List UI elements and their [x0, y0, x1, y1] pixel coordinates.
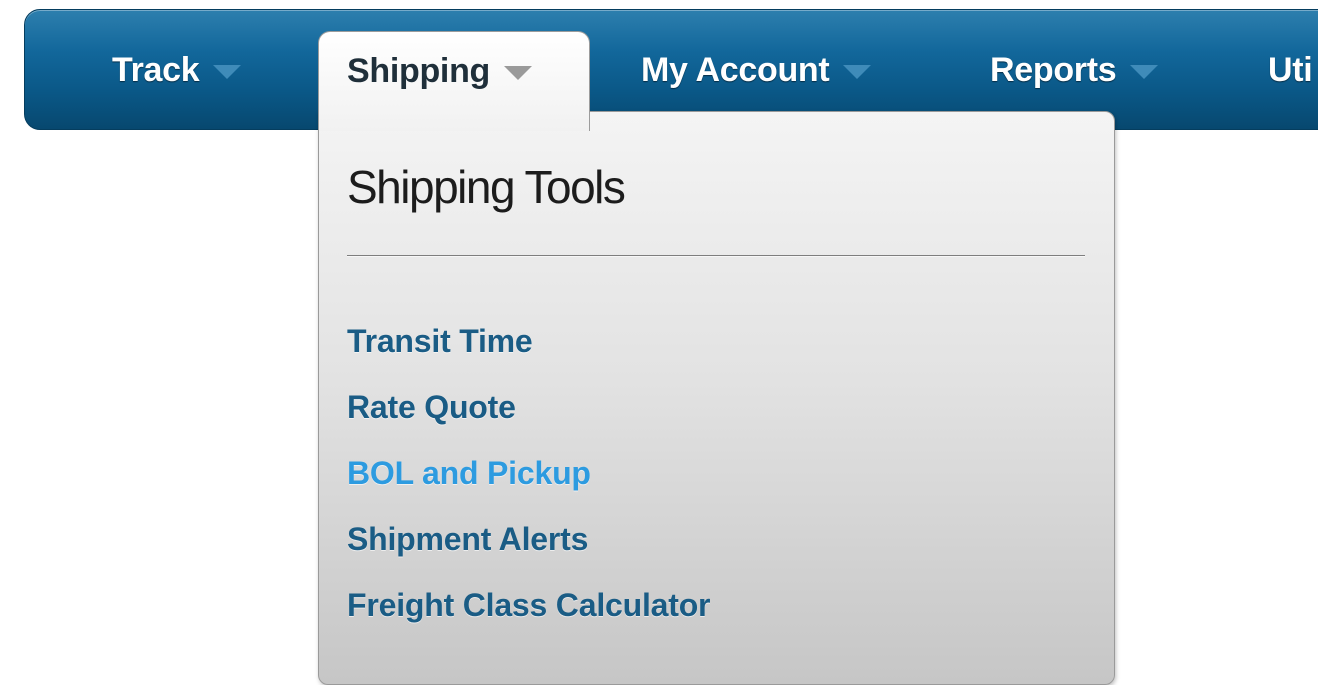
nav-item-utilities[interactable]: Uti [1268, 9, 1313, 130]
dropdown-title: Shipping Tools [347, 161, 626, 213]
chevron-down-icon [504, 66, 533, 80]
nav-item-my-account-label: My Account [641, 51, 830, 89]
list-item: Rate Quote [347, 374, 710, 440]
list-item: Transit Time [347, 308, 710, 374]
nav-item-track-label: Track [112, 51, 200, 89]
menu-link-rate-quote[interactable]: Rate Quote [347, 374, 710, 440]
menu-link-freight-class-calculator[interactable]: Freight Class Calculator [347, 572, 710, 638]
nav-item-utilities-label: Uti [1268, 51, 1313, 89]
shipping-dropdown-menu: Shipping Tools Transit Time Rate Quote B… [318, 111, 1115, 685]
menu-link-shipment-alerts[interactable]: Shipment Alerts [347, 506, 710, 572]
nav-item-track[interactable]: Track [112, 9, 242, 130]
divider [347, 255, 1085, 257]
nav-item-shipping-label: Shipping [347, 52, 491, 90]
menu-link-transit-time[interactable]: Transit Time [347, 308, 710, 374]
list-item: Freight Class Calculator [347, 572, 710, 638]
dropdown-link-list: Transit Time Rate Quote BOL and Pickup S… [347, 308, 710, 638]
chevron-down-icon [1130, 65, 1159, 79]
list-item: BOL and Pickup [347, 440, 710, 506]
chevron-down-icon [213, 65, 242, 79]
chevron-down-icon [843, 65, 872, 79]
list-item: Shipment Alerts [347, 506, 710, 572]
nav-item-shipping[interactable]: Shipping [318, 31, 590, 131]
nav-item-reports-label: Reports [990, 51, 1117, 89]
menu-link-bol-and-pickup[interactable]: BOL and Pickup [347, 440, 710, 506]
